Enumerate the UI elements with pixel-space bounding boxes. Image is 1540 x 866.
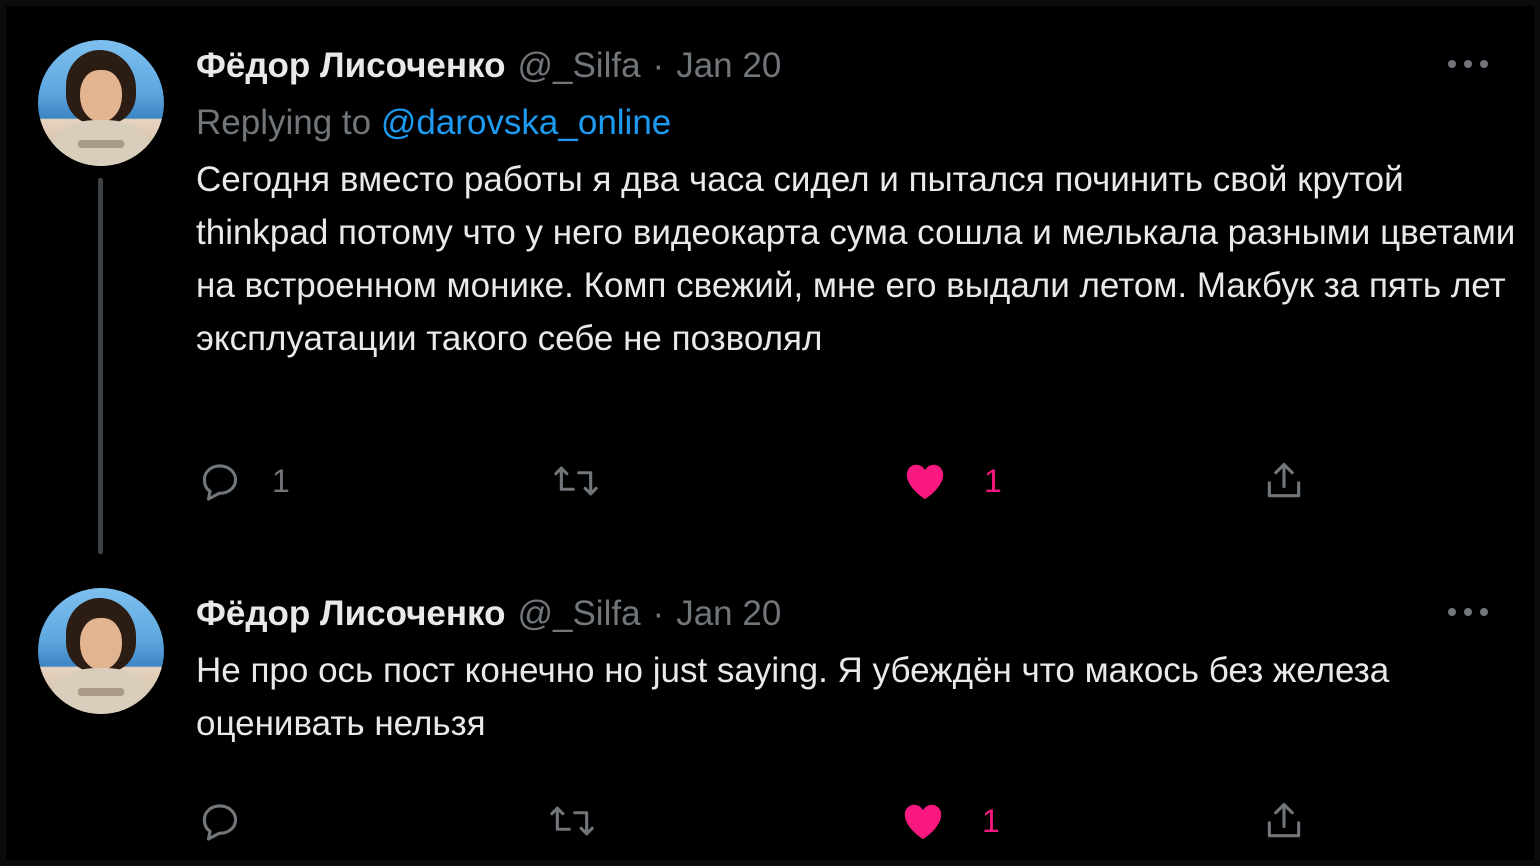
author-handle[interactable]: @_Silfa xyxy=(517,46,640,86)
retweet-icon xyxy=(554,466,598,496)
author-name[interactable]: Фёдор Лисоченко xyxy=(196,594,505,634)
replying-to: Replying to @darovska_online xyxy=(196,99,1510,147)
more-dot xyxy=(1448,60,1456,68)
tweet-header: Фёдор Лисоченко @_Silfa · Jan 20 xyxy=(196,590,1510,638)
like-count: 1 xyxy=(984,462,1002,499)
more-icon[interactable] xyxy=(1448,600,1488,624)
tweet-text: Не про ось пост конечно но just saying. … xyxy=(196,651,1390,743)
reply-button[interactable]: 1 xyxy=(198,456,290,506)
reply-icon xyxy=(202,464,238,501)
share-button[interactable] xyxy=(1262,456,1306,506)
more-dot xyxy=(1464,60,1472,68)
tweet-content: Фёдор Лисоченко @_Silfa · Jan 20 Не про … xyxy=(196,590,1510,841)
like-count: 1 xyxy=(982,802,1000,839)
avatar-hoodie-print xyxy=(78,688,124,696)
tweet-text: Сегодня вместо работы я два часа сидел и… xyxy=(196,160,1516,358)
avatar-face xyxy=(80,618,122,670)
more-icon[interactable] xyxy=(1448,52,1488,76)
reply-icon xyxy=(202,804,238,841)
avatar[interactable] xyxy=(38,588,164,714)
author-handle[interactable]: @_Silfa xyxy=(517,594,640,634)
tweet-actions: 1 xyxy=(196,796,1306,846)
retweet-icon xyxy=(550,806,594,836)
tweet-date[interactable]: Jan 20 xyxy=(676,46,781,86)
more-dot xyxy=(1480,608,1488,616)
tweet-content: Фёдор Лисоченко @_Silfa · Jan 20 Replyin… xyxy=(196,42,1515,501)
tweet-date[interactable]: Jan 20 xyxy=(676,594,781,634)
share-icon xyxy=(1267,802,1301,838)
thread-connector xyxy=(98,178,103,554)
retweet-button[interactable] xyxy=(552,456,630,506)
tweet-header: Фёдор Лисоченко @_Silfa · Jan 20 xyxy=(196,42,1510,90)
share-icon xyxy=(1267,462,1301,498)
replying-prefix: Replying to xyxy=(196,103,372,142)
reply-count: 1 xyxy=(272,462,290,499)
timeline: Фёдор Лисоченко @_Silfa · Jan 20 Replyin… xyxy=(0,0,1540,866)
header-separator: · xyxy=(652,594,665,633)
avatar-hoodie-print xyxy=(78,140,124,148)
author-name[interactable]: Фёдор Лисоченко xyxy=(196,46,505,86)
header-separator: · xyxy=(652,46,665,85)
share-button[interactable] xyxy=(1262,796,1306,846)
more-dot xyxy=(1464,608,1472,616)
like-button[interactable]: 1 xyxy=(900,796,1000,846)
avatar-face xyxy=(80,70,122,122)
heart-icon xyxy=(906,464,944,500)
retweet-button[interactable] xyxy=(548,796,626,846)
reply-button[interactable] xyxy=(198,796,272,846)
more-dot xyxy=(1448,608,1456,616)
tweet[interactable]: Фёдор Лисоченко @_Silfa · Jan 20 Не про … xyxy=(0,560,1540,866)
reply-mention-link[interactable]: @darovska_online xyxy=(381,103,671,142)
avatar[interactable] xyxy=(38,40,164,166)
tweet[interactable]: Фёдор Лисоченко @_Silfa · Jan 20 Replyin… xyxy=(0,0,1540,560)
tweet-actions: 1 1 xyxy=(196,456,1306,506)
heart-icon xyxy=(904,804,942,840)
like-button[interactable]: 1 xyxy=(902,456,1002,506)
more-dot xyxy=(1480,60,1488,68)
